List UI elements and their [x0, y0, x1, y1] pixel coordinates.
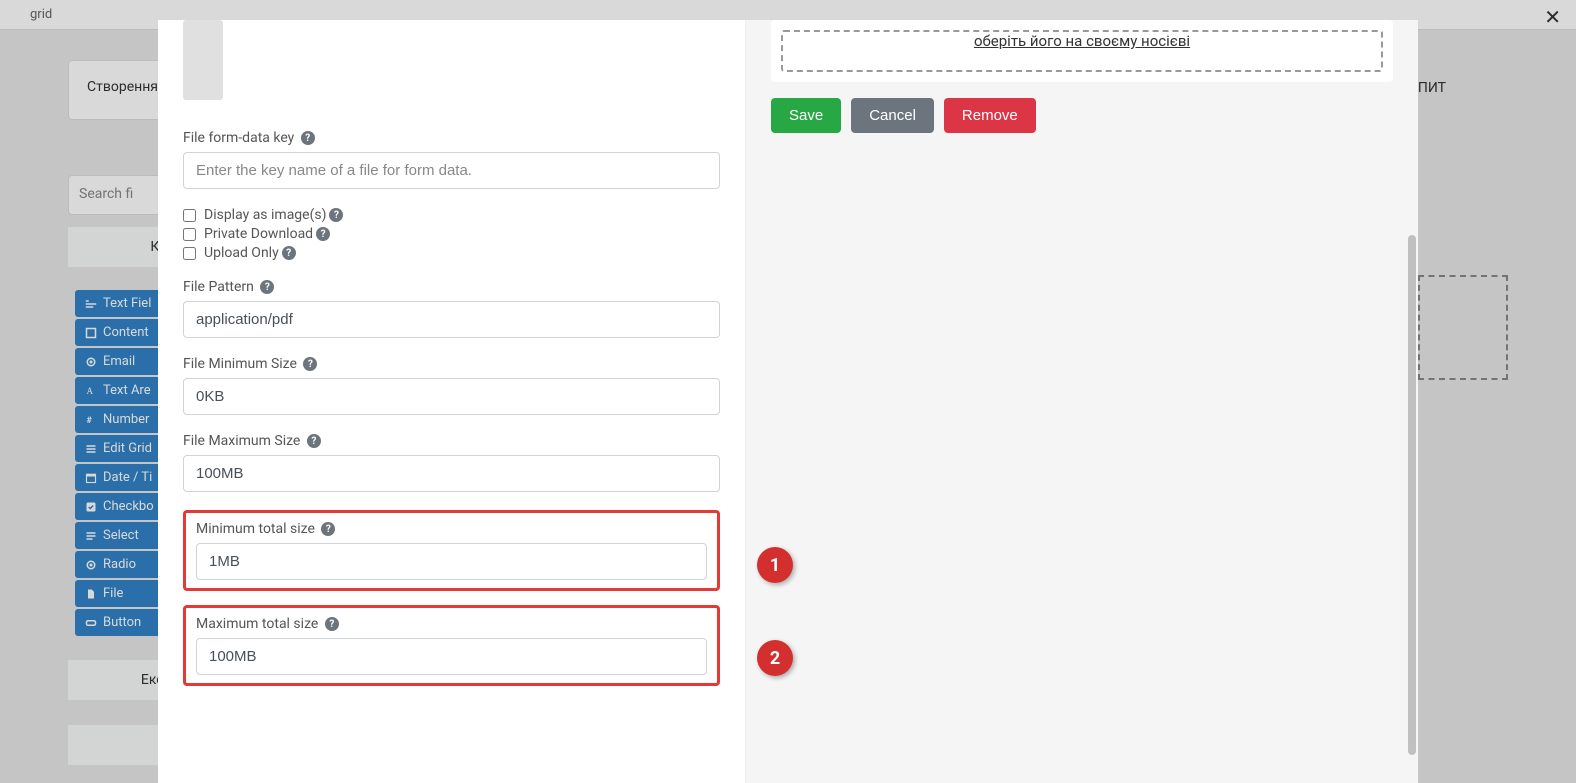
help-icon[interactable]: ? [321, 522, 335, 536]
remove-button[interactable]: Remove [944, 98, 1036, 133]
help-icon[interactable]: ? [282, 246, 296, 260]
max-total-input[interactable] [196, 638, 707, 675]
checkbox-options: Display as image(s) ? Private Download ?… [183, 207, 720, 261]
file-form-data-key-label: File form-data key ? [183, 130, 720, 146]
file-max-size-group: File Maximum Size ? [183, 433, 720, 492]
callout-badge-1: 1 [757, 547, 793, 583]
help-icon[interactable]: ? [301, 131, 315, 145]
file-form-data-key-input[interactable] [183, 152, 720, 189]
min-total-highlight: Minimum total size ? [183, 510, 720, 591]
min-total-input[interactable] [196, 543, 707, 580]
help-icon[interactable]: ? [329, 208, 343, 222]
upload-dropzone[interactable]: оберіть його на своєму носієві [781, 30, 1383, 72]
modal-right-panel: оберіть його на своєму носієві Save Canc… [746, 20, 1418, 783]
preview-placeholder [183, 20, 223, 100]
help-icon[interactable]: ? [325, 617, 339, 631]
file-pattern-label: File Pattern ? [183, 279, 720, 295]
private-download-label: Private Download [204, 226, 313, 242]
file-pattern-group: File Pattern ? [183, 279, 720, 338]
modal-left-panel: File form-data key ? Display as image(s)… [158, 20, 746, 783]
display-as-images-label: Display as image(s) [204, 207, 326, 223]
upload-link-text[interactable]: оберіть його на своєму носієві [974, 32, 1190, 50]
callout-badge-2: 2 [757, 640, 793, 676]
file-form-data-key-group: File form-data key ? [183, 130, 720, 189]
upload-only-checkbox[interactable] [183, 247, 196, 260]
help-icon[interactable]: ? [303, 357, 317, 371]
file-min-size-input[interactable] [183, 378, 720, 415]
file-min-size-label: File Minimum Size ? [183, 356, 720, 372]
help-icon[interactable]: ? [316, 227, 330, 241]
display-as-images-checkbox[interactable] [183, 209, 196, 222]
file-max-size-label: File Maximum Size ? [183, 433, 720, 449]
file-min-size-group: File Minimum Size ? [183, 356, 720, 415]
file-max-size-input[interactable] [183, 455, 720, 492]
scrollbar[interactable] [1408, 30, 1416, 773]
scrollbar-thumb[interactable] [1408, 235, 1416, 755]
save-button[interactable]: Save [771, 98, 841, 133]
action-buttons: Save Cancel Remove [771, 98, 1393, 133]
help-icon[interactable]: ? [260, 280, 274, 294]
max-total-highlight: Maximum total size ? [183, 605, 720, 686]
help-icon[interactable]: ? [307, 434, 321, 448]
private-download-checkbox[interactable] [183, 228, 196, 241]
upload-zone-card: оберіть його на своєму носієві [771, 20, 1393, 82]
upload-only-label: Upload Only [204, 245, 279, 261]
modal-overlay: File form-data key ? Display as image(s)… [0, 0, 1576, 783]
min-total-label: Minimum total size ? [196, 521, 707, 537]
cancel-button[interactable]: Cancel [851, 98, 934, 133]
max-total-label: Maximum total size ? [196, 616, 707, 632]
file-pattern-input[interactable] [183, 301, 720, 338]
